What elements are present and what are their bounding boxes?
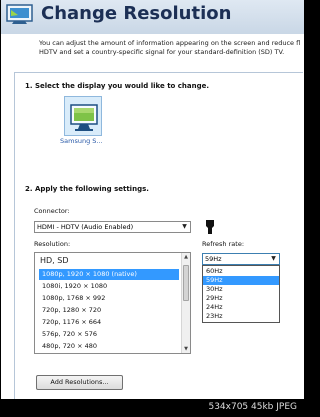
page-description: You can adjust the amount of information… xyxy=(39,39,301,56)
refresh-rate-label: Refresh rate: xyxy=(202,240,245,248)
add-resolutions-button[interactable]: Add Resolutions... xyxy=(36,375,123,390)
monitor-icon xyxy=(70,104,98,131)
refresh-rate-option[interactable]: 23Hz xyxy=(203,312,279,321)
chevron-down-icon[interactable]: ▼ xyxy=(180,223,189,231)
resolution-list[interactable]: HD, SD 1080p, 1920 × 1080 (native) 1080i… xyxy=(34,252,191,354)
resolution-item[interactable]: 1080i, 1920 × 1080 xyxy=(39,281,179,292)
resolution-item[interactable]: 720p, 1280 × 720 xyxy=(39,305,179,316)
refresh-rate-option[interactable]: 24Hz xyxy=(203,303,279,312)
page-title: Change Resolution xyxy=(41,3,232,24)
hdmi-connector-icon xyxy=(206,220,214,234)
resolution-label: Resolution: xyxy=(34,240,71,248)
chevron-down-icon[interactable]: ▼ xyxy=(269,255,278,263)
scrollbar-thumb[interactable] xyxy=(183,265,189,301)
connector-dropdown[interactable]: HDMI - HDTV (Audio Enabled) ▼ xyxy=(34,221,191,233)
connector-label: Connector: xyxy=(34,207,70,215)
resolution-group-header: HD, SD xyxy=(40,256,69,265)
refresh-rate-options[interactable]: 60Hz 59Hz 30Hz 29Hz 24Hz 23Hz xyxy=(202,265,280,323)
resolution-scrollbar[interactable]: ▲ ▼ xyxy=(181,253,190,353)
image-info-bar: 534x705 45kb JPEG xyxy=(0,399,305,417)
connector-value: HDMI - HDTV (Audio Enabled) xyxy=(37,223,134,231)
image-info-text: 534x705 45kb JPEG xyxy=(208,402,297,412)
display-caption: Samsung S... xyxy=(60,137,103,145)
resolution-item[interactable]: 480p, 720 × 480 xyxy=(39,341,179,352)
display-settings-icon xyxy=(6,4,33,24)
resolution-item[interactable]: 1080p, 1768 × 992 xyxy=(39,293,179,304)
resolution-item[interactable]: 1080p, 1920 × 1080 (native) xyxy=(39,269,179,280)
step-1-heading: 1. Select the display you would like to … xyxy=(25,82,210,90)
resolution-item[interactable]: 576p, 720 × 576 xyxy=(39,329,179,340)
scroll-down-icon[interactable]: ▼ xyxy=(182,345,190,353)
refresh-rate-option[interactable]: 60Hz xyxy=(203,267,279,276)
scroll-up-icon[interactable]: ▲ xyxy=(182,253,190,261)
resolution-item[interactable]: 720p, 1176 × 664 xyxy=(39,317,179,328)
refresh-rate-option[interactable]: 59Hz xyxy=(203,276,279,285)
step-2-heading: 2. Apply the following settings. xyxy=(25,185,149,193)
nvidia-control-panel-page: Change Resolution You can adjust the amo… xyxy=(1,0,304,399)
page-header: Change Resolution xyxy=(1,0,304,34)
refresh-rate-dropdown[interactable]: 59Hz ▼ xyxy=(202,253,280,265)
refresh-rate-option[interactable]: 29Hz xyxy=(203,294,279,303)
display-tile-samsung[interactable] xyxy=(64,96,102,136)
refresh-rate-value: 59Hz xyxy=(205,255,222,263)
refresh-rate-option[interactable]: 30Hz xyxy=(203,285,279,294)
